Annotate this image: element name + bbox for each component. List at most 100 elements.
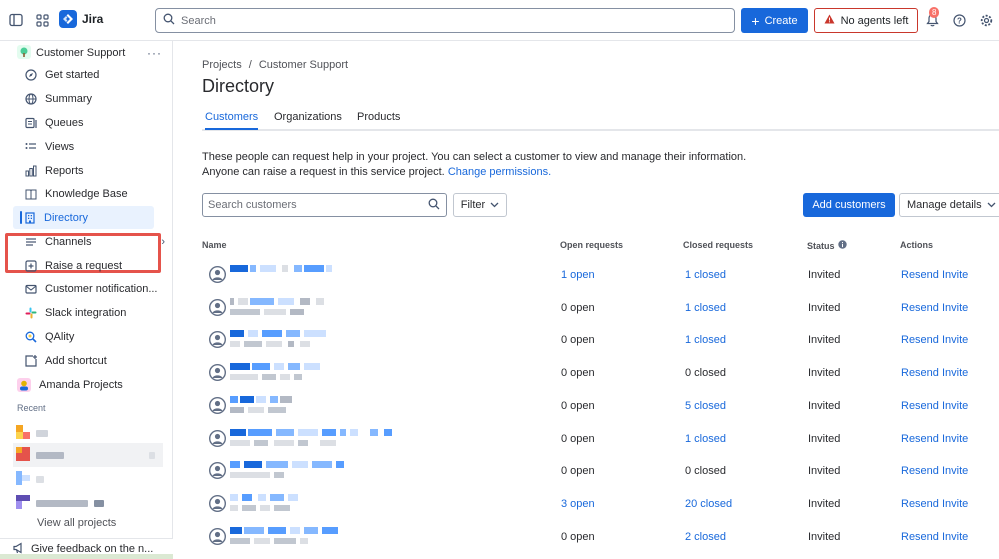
- open-requests-cell: 0 open: [561, 367, 595, 380]
- global-search[interactable]: [155, 8, 735, 33]
- sidebar-item-customer-notifications[interactable]: Customer notification...: [25, 279, 165, 299]
- app-switcher-icon[interactable]: [34, 12, 50, 28]
- sidebar-item-add-shortcut[interactable]: Add shortcut: [25, 351, 165, 371]
- open-requests-cell[interactable]: 1 open: [561, 269, 595, 281]
- sidebar-item-reports[interactable]: Reports: [25, 161, 165, 181]
- chevron-right-icon[interactable]: ›: [161, 236, 165, 248]
- jira-logo[interactable]: Jira: [59, 10, 103, 28]
- chevron-down-icon: [987, 199, 996, 211]
- redacted-customer-name[interactable]: [230, 330, 410, 352]
- sidebar-item-views[interactable]: Views: [25, 137, 165, 157]
- column-header-closed-requests: Closed requests: [683, 240, 754, 250]
- closed-requests-cell[interactable]: 20 closed: [685, 498, 732, 510]
- recent-project-item[interactable]: [13, 443, 163, 467]
- closed-requests-cell[interactable]: 5 closed: [685, 400, 726, 412]
- create-button[interactable]: + Create: [741, 8, 808, 33]
- table-row[interactable]: 0 open 0 closed Invited Resend Invite: [202, 455, 999, 488]
- resend-invite-link[interactable]: Resend Invite: [901, 367, 968, 379]
- sidebar-toggle-icon[interactable]: [8, 12, 24, 28]
- resend-invite-link[interactable]: Resend Invite: [901, 400, 968, 412]
- redacted-customer-name[interactable]: [230, 395, 410, 418]
- sidebar-item-amanda-projects[interactable]: Amanda Projects: [17, 375, 157, 395]
- user-avatar-icon: [208, 527, 227, 545]
- resend-invite-link[interactable]: Resend Invite: [901, 531, 968, 543]
- breadcrumb-separator: /: [248, 59, 252, 71]
- table-row[interactable]: 3 open 20 closed Invited Resend Invite: [202, 488, 999, 521]
- add-customers-button[interactable]: Add customers: [803, 193, 895, 217]
- redacted-customer-name[interactable]: [230, 493, 410, 516]
- table-row[interactable]: 0 open 0 closed Invited Resend Invite: [202, 357, 999, 390]
- redacted-text: [256, 395, 266, 403]
- table-row[interactable]: 0 open 1 closed Invited Resend Invite: [202, 423, 999, 456]
- more-options-icon[interactable]: ···: [147, 46, 162, 60]
- table-row[interactable]: 0 open 1 closed Invited Resend Invite: [202, 324, 999, 357]
- redacted-text: [268, 526, 286, 534]
- resend-invite-link[interactable]: Resend Invite: [901, 302, 968, 314]
- breadcrumb-projects[interactable]: Projects: [202, 59, 242, 71]
- view-all-projects-link[interactable]: View all projects: [17, 516, 157, 530]
- redacted-customer-name[interactable]: [230, 265, 410, 287]
- sidebar-item-directory[interactable]: Directory: [13, 206, 154, 229]
- closed-requests-cell[interactable]: 1 closed: [685, 334, 726, 346]
- redacted-customer-name[interactable]: [230, 461, 410, 483]
- table-row[interactable]: 0 open 2 closed Invited Resend Invite: [202, 521, 999, 554]
- tab-organizations[interactable]: Organizations: [274, 111, 342, 130]
- main-content: Projects / Customer Support Directory Cu…: [173, 41, 999, 559]
- sidebar-item-queues[interactable]: Queues: [25, 113, 165, 133]
- closed-requests-cell[interactable]: 1 closed: [685, 433, 726, 445]
- open-requests-cell[interactable]: 3 open: [561, 498, 595, 510]
- sidebar-item-knowledge-base[interactable]: Knowledge Base: [25, 184, 165, 204]
- project-avatar-icon: [16, 494, 30, 512]
- project-avatar-icon: [16, 424, 30, 442]
- resend-invite-link[interactable]: Resend Invite: [901, 498, 968, 510]
- sidebar-item-channels[interactable]: Channels ›: [25, 232, 165, 252]
- sidebar-item-summary[interactable]: Summary: [25, 89, 165, 109]
- sidebar-item-raise-request[interactable]: Raise a request: [25, 256, 165, 276]
- redacted-customer-name[interactable]: [230, 428, 410, 451]
- resend-invite-link[interactable]: Resend Invite: [901, 465, 968, 477]
- breadcrumb-customer-support[interactable]: Customer Support: [259, 59, 348, 71]
- closed-requests-cell[interactable]: 2 closed: [685, 531, 726, 543]
- resend-invite-link[interactable]: Resend Invite: [901, 334, 968, 346]
- info-icon[interactable]: [837, 240, 847, 251]
- tab-products[interactable]: Products: [357, 111, 400, 130]
- search-input[interactable]: [181, 14, 681, 27]
- redacted-text: [230, 374, 258, 381]
- closed-requests-cell[interactable]: 1 closed: [685, 269, 726, 281]
- sidebar-item-qality[interactable]: QAlity: [25, 327, 165, 347]
- no-agents-left-button[interactable]: No agents left: [814, 8, 918, 33]
- sidebar-item-get-started[interactable]: Get started: [25, 65, 165, 85]
- redacted-text: [280, 395, 292, 403]
- project-header[interactable]: Customer Support ···: [17, 44, 162, 61]
- help-icon[interactable]: ?: [951, 12, 967, 28]
- resend-invite-link[interactable]: Resend Invite: [901, 269, 968, 281]
- closed-requests-cell[interactable]: 1 closed: [685, 302, 726, 314]
- customer-search[interactable]: [202, 193, 447, 217]
- recent-project-item[interactable]: [13, 421, 163, 445]
- redacted-customer-name[interactable]: [230, 526, 410, 549]
- manage-details-button[interactable]: Manage details: [899, 193, 999, 217]
- change-permissions-link[interactable]: Change permissions.: [448, 166, 551, 178]
- slack-icon: [25, 307, 37, 319]
- redacted-text: [282, 265, 288, 272]
- filter-button[interactable]: Filter: [453, 193, 507, 217]
- column-header-actions: Actions: [900, 240, 934, 250]
- table-row[interactable]: 0 open 1 closed Invited Resend Invite: [202, 292, 999, 325]
- sidebar-item-slack-integration[interactable]: Slack integration: [25, 303, 165, 323]
- recent-project-item[interactable]: [13, 491, 163, 515]
- resend-invite-link[interactable]: Resend Invite: [901, 433, 968, 445]
- recent-project-item[interactable]: [13, 467, 163, 491]
- tab-customers[interactable]: Customers: [205, 111, 259, 130]
- redacted-text: [230, 341, 240, 348]
- redacted-text: [36, 475, 44, 483]
- redacted-customer-name[interactable]: [230, 297, 410, 320]
- table-row[interactable]: 0 open 5 closed Invited Resend Invite: [202, 390, 999, 423]
- sidebar-item-label: Amanda Projects: [39, 379, 123, 391]
- table-row[interactable]: 1 open 1 closed Invited Resend Invite: [202, 259, 999, 292]
- redacted-text: [322, 526, 338, 534]
- search-icon: [163, 13, 175, 28]
- settings-gear-icon[interactable]: [978, 12, 994, 28]
- customer-search-input[interactable]: [208, 199, 428, 211]
- redacted-customer-name[interactable]: [230, 363, 410, 385]
- no-agents-label: No agents left: [840, 14, 909, 27]
